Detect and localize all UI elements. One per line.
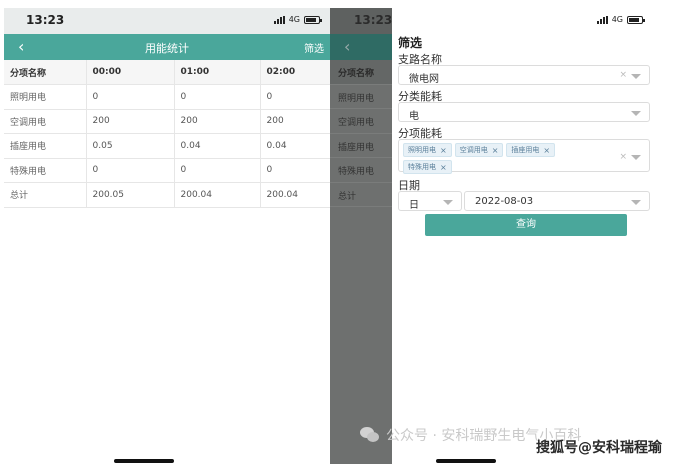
query-button[interactable]: 查询 [425, 214, 627, 236]
battery-icon [627, 15, 645, 24]
table-header: 分项名称 [4, 60, 87, 85]
table-cell: 0 [86, 84, 175, 110]
dimmed-background[interactable]: 13:23 ‹ 分项名称 照明用电 空调用电 插座用电 特殊用电 总计 [330, 8, 392, 464]
table-row: 照明用电 0 0 0 [4, 84, 331, 110]
battery-icon [304, 15, 322, 24]
table-cell: 0.04 [174, 133, 261, 159]
table-row: 空调用电 200 200 200 [4, 109, 331, 134]
chevron-down-icon [631, 111, 641, 116]
clear-icon[interactable]: × [619, 70, 627, 80]
table-cell: 200.04 [174, 182, 261, 208]
dimmed-table: 分项名称 照明用电 空调用电 插座用电 特殊用电 总计 [330, 60, 392, 207]
table-header: 01:00 [174, 60, 261, 85]
energy-stats-screen: 13:23 4G ‹ 用能统计 筛选 分项名称 00:00 01:00 02:0… [4, 8, 331, 464]
table-cell: 特殊用电 [4, 158, 87, 183]
nav-bar: ‹ 用能统计 筛选 [4, 34, 330, 60]
date-unit-select[interactable]: 日 [398, 191, 462, 211]
status-indicators: 4G [273, 15, 322, 24]
table-cell: 照明用电 [4, 84, 87, 110]
status-time: 13:23 [26, 13, 65, 27]
home-indicator [436, 459, 496, 463]
close-icon[interactable]: × [492, 146, 499, 155]
filter-drawer: 4G 筛选 支路名称 微电网 × 分类能耗 电 分项能耗 照明用电 × 空调用电 × [392, 8, 673, 464]
screenshot-stage: 13:23 4G ‹ 用能统计 筛选 分项名称 00:00 01:00 02:0… [0, 0, 692, 464]
list-item: 特殊用电 [330, 158, 392, 183]
clear-icon[interactable]: × [619, 152, 627, 162]
close-icon[interactable]: × [440, 146, 447, 155]
tag-chip[interactable]: 特殊用电 × [403, 160, 452, 174]
status-bar: 13:23 4G [4, 8, 330, 34]
table-cell: 0 [174, 158, 261, 183]
table-cell: 0 [86, 158, 175, 183]
signal-icon [273, 15, 285, 24]
table-cell: 200.05 [86, 182, 175, 208]
status-time: 13:23 [354, 13, 393, 27]
chevron-down-icon [631, 155, 641, 160]
table-cell: 200 [174, 109, 261, 134]
tag-label: 插座用电 [511, 146, 540, 154]
tag-chip[interactable]: 插座用电 × [506, 143, 556, 157]
network-label: 4G [288, 15, 300, 24]
date-picker[interactable]: 2022-08-03 [464, 191, 650, 211]
table-header: 分项名称 [330, 60, 392, 85]
drawer-title: 筛选 [398, 36, 423, 50]
tag-list: 照明用电 × 空调用电 × 插座用电 × 特殊用电 × [403, 143, 603, 174]
list-item: 空调用电 [330, 109, 392, 134]
table-cell: 总计 [4, 182, 87, 208]
table-cell: 200 [86, 109, 175, 134]
signal-icon [596, 15, 608, 24]
table-cell: 0 [260, 84, 331, 110]
branch-select[interactable]: 微电网 × [398, 65, 650, 85]
table-cell: 插座用电 [4, 133, 87, 159]
status-indicators: 4G [596, 15, 645, 24]
list-item: 插座用电 [330, 134, 392, 158]
table-row: 特殊用电 0 0 0 [4, 158, 331, 183]
table-row-total: 总计 200.05 200.04 200.04 [4, 182, 331, 208]
category-value: 电 [409, 111, 419, 122]
filter-button[interactable]: 筛选 [304, 40, 324, 55]
table-cell: 200.04 [260, 182, 331, 208]
energy-table: 分项名称 00:00 01:00 02:00 照明用电 0 0 0 空调用电 2… [4, 60, 331, 208]
item-multiselect[interactable]: 照明用电 × 空调用电 × 插座用电 × 特殊用电 × × [398, 139, 650, 174]
chevron-down-icon [443, 200, 453, 205]
tag-chip[interactable]: 照明用电 × [403, 143, 452, 157]
sohu-watermark: 搜狐号@安科瑞程瑜 [536, 440, 662, 456]
chevron-down-icon [631, 200, 641, 205]
table-header: 00:00 [86, 60, 175, 85]
table-cell: 0 [174, 84, 261, 110]
category-select[interactable]: 电 [398, 102, 650, 122]
table-header: 02:00 [260, 60, 331, 85]
network-label: 4G [611, 15, 623, 24]
wechat-icon [360, 427, 380, 443]
home-indicator [114, 459, 174, 463]
chevron-left-icon: ‹ [344, 37, 351, 56]
tag-chip[interactable]: 空调用电 × [454, 143, 504, 157]
page-title: 用能统计 [145, 42, 189, 55]
table-cell: 空调用电 [4, 109, 87, 134]
table-header-row: 分项名称 00:00 01:00 02:00 [4, 60, 331, 85]
branch-value: 微电网 [409, 74, 439, 85]
dimmed-nav-bar: ‹ [330, 34, 392, 60]
table-cell: 200 [260, 109, 331, 134]
tag-label: 特殊用电 [408, 163, 436, 171]
tag-label: 空调用电 [459, 146, 488, 154]
close-icon[interactable]: × [440, 163, 447, 172]
table-row: 插座用电 0.05 0.04 0.04 [4, 133, 331, 159]
date-value: 2022-08-03 [475, 196, 534, 207]
tag-label: 照明用电 [408, 146, 436, 154]
list-item: 照明用电 [330, 85, 392, 109]
close-icon[interactable]: × [543, 146, 550, 155]
table-cell: 0 [260, 158, 331, 183]
table-cell: 0.04 [260, 133, 331, 159]
date-unit-value: 日 [409, 200, 419, 211]
filter-screen: 13:23 ‹ 分项名称 照明用电 空调用电 插座用电 特殊用电 总计 4G 筛… [330, 8, 673, 464]
dimmed-status-bar: 13:23 [330, 8, 392, 34]
table-cell: 0.05 [86, 133, 175, 159]
list-item: 总计 [330, 183, 392, 207]
chevron-down-icon [631, 74, 641, 79]
